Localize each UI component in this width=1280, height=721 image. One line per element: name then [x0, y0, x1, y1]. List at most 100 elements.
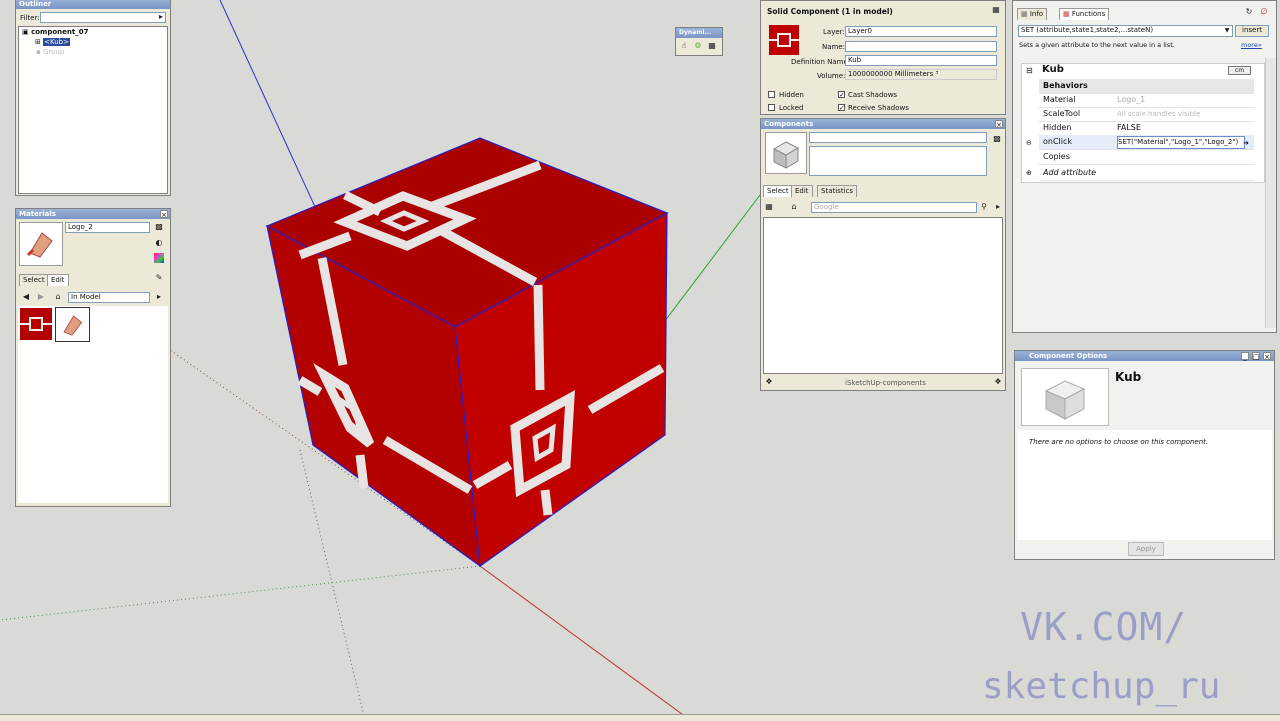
add-attribute-icon[interactable]: ⊕	[1026, 169, 1032, 177]
colorize-swatch-icon[interactable]	[154, 253, 164, 263]
add-attribute-row[interactable]: Add attribute	[1039, 166, 1254, 181]
attributes-tab-info[interactable]: ▦ Info	[1017, 8, 1048, 20]
cast-shadows-label: Cast Shadows	[848, 91, 898, 99]
collection-select[interactable]: In Model	[68, 292, 150, 303]
locked-checkbox[interactable]	[768, 104, 775, 111]
options-minimize-icon[interactable]: _	[1241, 352, 1249, 361]
components-tab-select[interactable]: Select	[763, 185, 793, 197]
red-axis	[479, 565, 691, 720]
back-arrow-icon[interactable]: ◀	[21, 292, 31, 302]
materials-tab-edit[interactable]: Edit	[47, 274, 69, 286]
attr-value-editor[interactable]: SET("Material","Logo_1","Logo_2")	[1117, 136, 1245, 149]
interact-tool-icon[interactable]: ☝	[679, 41, 689, 51]
outliner-details-icon[interactable]: ▸	[156, 12, 166, 22]
component-search-input[interactable]: Google	[811, 202, 977, 213]
tree-item-kub[interactable]: ⊞ <Kub>	[35, 38, 70, 46]
materials-close-icon[interactable]: ×	[160, 210, 168, 219]
attr-value[interactable]: FALSE	[1117, 121, 1141, 135]
components-footer-label: iSketchUp-components	[845, 379, 926, 387]
attr-value[interactable]: Logo_1	[1117, 93, 1145, 107]
default-material-icon[interactable]: ◐	[154, 238, 164, 248]
attr-row-scaletool[interactable]: ScaleTool All scale handles visible	[1039, 107, 1254, 122]
options-tool-icon[interactable]: ⚙	[693, 41, 703, 51]
kub-cube[interactable]	[265, 137, 669, 568]
create-component-icon[interactable]: ▩	[992, 134, 1002, 144]
definition-name-field[interactable]: Kub	[845, 55, 997, 66]
components-details-icon[interactable]: ▸	[993, 202, 1003, 212]
more-link[interactable]: more»	[1241, 41, 1262, 49]
receive-shadows-label: Receive Shadows	[848, 104, 909, 112]
tree-item-model[interactable]: ▣ component_07	[22, 28, 88, 36]
footer-left-icon[interactable]: ❖	[764, 377, 774, 387]
attr-row-material[interactable]: Material Logo_1	[1039, 93, 1254, 108]
attr-row-hidden[interactable]: Hidden FALSE	[1039, 121, 1254, 136]
attributes-tab-functions[interactable]: ▦ Functions	[1059, 8, 1110, 20]
watermark-line-1: VK.COM/	[1020, 605, 1188, 649]
material-name-field[interactable]: Logo_2	[65, 222, 150, 233]
materials-tab-select[interactable]: Select	[19, 274, 49, 286]
forward-arrow-icon[interactable]: ▶	[36, 292, 46, 302]
tree-item-group[interactable]: ▪ Group	[36, 48, 64, 56]
insert-button[interactable]: insert	[1235, 25, 1269, 37]
toggle-formula-icon[interactable]: ∅	[1259, 7, 1269, 17]
attr-row-onclick[interactable]: onClick SET("Material","Logo_1","Logo_2")	[1039, 135, 1254, 150]
components-home-icon[interactable]: ⌂	[789, 202, 799, 212]
collapse-component-icon[interactable]: ⊟	[1026, 66, 1033, 75]
home-icon[interactable]: ⌂	[53, 292, 63, 302]
behaviors-label: Behaviors	[1043, 81, 1088, 90]
behaviors-header: Behaviors	[1039, 79, 1254, 94]
cast-shadows-checkbox[interactable]: ✓	[838, 91, 845, 99]
volume-value: 1000000000 Millimeters ³	[845, 69, 997, 80]
options-maximize-icon[interactable]: □	[1252, 352, 1260, 361]
attr-key: Material	[1043, 95, 1076, 104]
attr-value[interactable]: All scale handles visible	[1117, 107, 1200, 121]
materials-list[interactable]	[18, 306, 168, 503]
search-icon[interactable]: ⚲	[979, 202, 989, 212]
outliner-title: Outliner	[16, 0, 170, 9]
components-close-icon[interactable]: ×	[995, 120, 1003, 129]
options-message: There are no options to choose on this c…	[1029, 438, 1209, 446]
receive-shadows-checkbox[interactable]: ✓	[838, 104, 845, 112]
material-preview[interactable]	[19, 222, 63, 266]
attr-key: Hidden	[1043, 123, 1072, 132]
components-tab-edit[interactable]: Edit	[791, 185, 813, 197]
hidden-label: Hidden	[779, 91, 804, 99]
remove-attribute-icon[interactable]: ⊖	[1026, 139, 1032, 147]
outliner-tree[interactable]: ▣ component_07 ⊞ <Kub> ▪ Group	[18, 26, 168, 194]
components-list[interactable]	[763, 217, 1003, 374]
attributes-scrollbar[interactable]	[1265, 58, 1276, 328]
footer-right-icon[interactable]: ❖	[993, 377, 1003, 387]
view-options-icon[interactable]: ▦	[764, 202, 774, 212]
materials-title: Materials	[16, 209, 170, 219]
eyedropper-icon[interactable]: ✎	[154, 273, 164, 283]
hidden-checkbox[interactable]	[768, 91, 775, 98]
function-select[interactable]: SET (attribute,state1,state2,...stateN)	[1018, 25, 1233, 37]
components-tab-statistics[interactable]: Statistics	[817, 185, 857, 197]
onclick-arrow-icon[interactable]: ➜	[1243, 139, 1249, 147]
tab-functions-label: Functions	[1071, 10, 1106, 18]
component-thumbnail	[769, 25, 799, 55]
apply-button[interactable]: Apply	[1128, 542, 1164, 556]
material-swatch-logo-2[interactable]	[55, 307, 90, 342]
create-material-icon[interactable]: ▩	[154, 222, 164, 232]
options-component-name: Kub	[1115, 370, 1142, 384]
refresh-icon[interactable]: ↻	[1244, 7, 1254, 17]
attributes-tool-icon[interactable]: ▦	[707, 41, 717, 51]
materials-panel: Materials × Logo_2 ▩ ◐ Select Edit ✎ ◀ ▶…	[15, 208, 171, 507]
units-toggle[interactable]: cm	[1228, 66, 1252, 75]
definition-label: Definition Name:	[791, 58, 851, 66]
layer-label: Layer:	[823, 28, 845, 36]
material-swatch-logo-1[interactable]	[20, 308, 52, 340]
layer-select[interactable]: Layer0	[845, 26, 997, 37]
options-close-icon[interactable]: ×	[1263, 352, 1271, 361]
component-description-field[interactable]	[809, 146, 987, 176]
function-dropdown-icon[interactable]: ▼	[1222, 26, 1232, 36]
entity-info-panel: Solid Component (1 in model) ▦ Layer: La…	[760, 0, 1006, 115]
entity-info-menu-icon[interactable]: ▦	[991, 5, 1001, 15]
options-thumbnail	[1021, 368, 1109, 426]
details-arrow-icon[interactable]: ▸	[154, 292, 164, 302]
outliner-filter-input[interactable]	[40, 12, 166, 23]
attr-row-copies[interactable]: Copies	[1039, 150, 1254, 165]
component-name-field[interactable]	[809, 132, 987, 143]
name-field[interactable]	[845, 41, 997, 52]
